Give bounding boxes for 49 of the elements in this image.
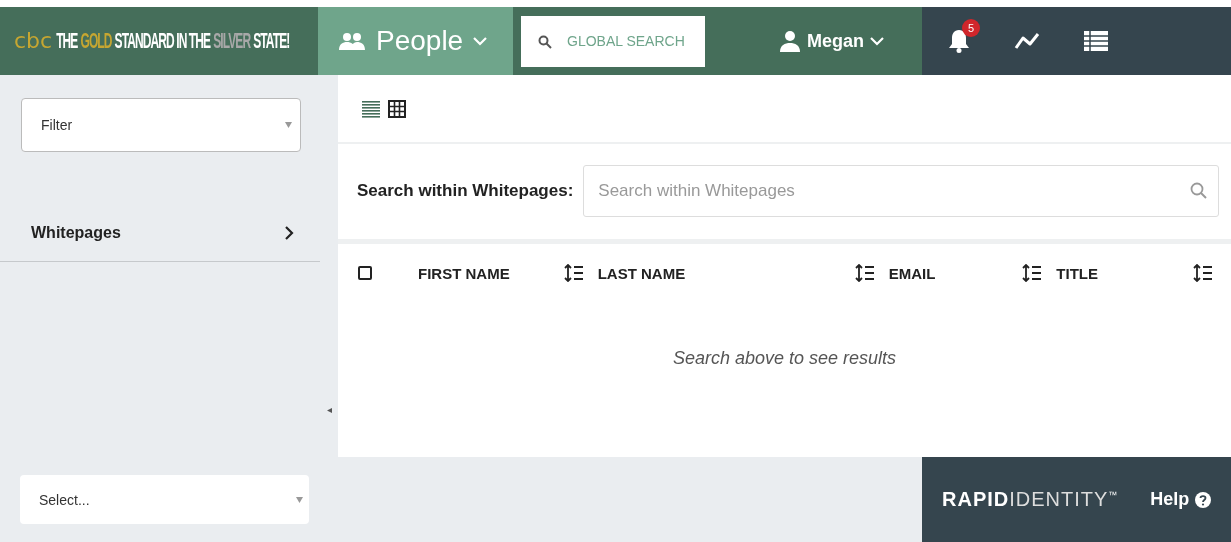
column-header: EMAIL: [888, 264, 936, 282]
collapse-sidebar-button[interactable]: ◂: [320, 75, 338, 457]
search-label: Search within Whitepages:: [357, 181, 574, 201]
search-icon: [538, 34, 552, 49]
view-toggle[interactable]: [386, 97, 408, 120]
tagline-text: STANDARD IN THE: [114, 28, 211, 54]
chevron-right-icon: [285, 225, 294, 240]
person-icon: [779, 30, 801, 52]
tagline-text: SILVER: [213, 28, 251, 54]
question-icon: [1195, 491, 1212, 508]
grid-view-icon: [388, 99, 406, 118]
people-icon: [338, 32, 366, 50]
select-all-checkbox[interactable]: [358, 266, 372, 280]
search-icon: [1190, 182, 1207, 199]
global-search-field[interactable]: GLOBAL SEARCH: [521, 15, 705, 67]
sort-button[interactable]: [1022, 264, 1043, 282]
caret-icon: [296, 496, 303, 503]
column-header: LAST NAME: [597, 264, 686, 282]
list-view-icon: [362, 99, 380, 118]
column-header: FIRST NAME: [418, 264, 510, 282]
brand-logo: RAPIDIDENTITY$^{™}$: [942, 488, 1119, 511]
filter-select[interactable]: Filter: [21, 98, 301, 152]
select-dropdown[interactable]: Select...: [20, 475, 309, 524]
activity-button[interactable]: [1014, 32, 1040, 50]
column-header: TITLE: [1056, 264, 1099, 282]
tagline-text: THE: [56, 28, 78, 54]
line-graph-icon: [1014, 32, 1040, 50]
bell-icon: [948, 29, 970, 53]
notifications-button[interactable]: [948, 29, 970, 53]
chevron-down-icon: [870, 36, 884, 46]
empty-message: Search above to see results: [671, 348, 898, 369]
logo-text: cbc: [14, 31, 53, 51]
sort-icon: [563, 264, 584, 282]
table-icon: [1084, 31, 1108, 51]
tagline-text: GOLD: [80, 28, 112, 54]
help-button[interactable]: Help: [1150, 489, 1212, 510]
search-field[interactable]: Search within Whitepages: [583, 165, 1219, 217]
caret-icon: [285, 122, 292, 128]
sort-icon: [854, 264, 875, 282]
sort-button[interactable]: [1193, 264, 1213, 282]
sort-icon: [1022, 264, 1043, 282]
notification-badge: 5: [962, 19, 980, 37]
sort-button[interactable]: [563, 264, 584, 282]
sort-icon: [1193, 264, 1213, 282]
sort-button[interactable]: [854, 264, 875, 282]
user-menu-button[interactable]: Megan: [779, 30, 884, 52]
table-button[interactable]: [1084, 31, 1108, 51]
chevron-down-icon: [473, 36, 488, 46]
tagline-text: STATE!: [253, 28, 290, 54]
